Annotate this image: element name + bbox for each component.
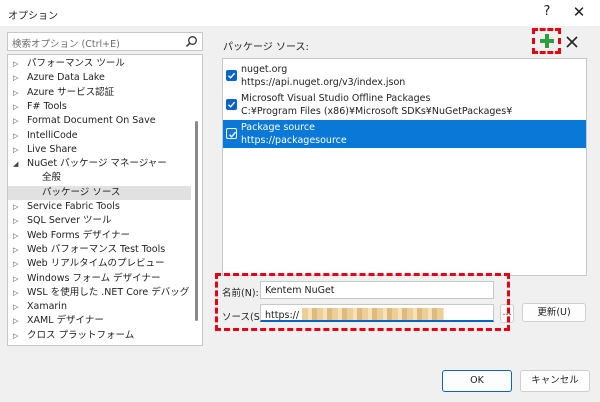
tree-item[interactable]: ▷ Xamarin xyxy=(8,300,191,314)
collapsed-arrow-icon[interactable]: ▷ xyxy=(13,257,18,271)
dialog-body: 検索オプション (Ctrl+E) ▷ パフォーマンス ツール ▷ Azure Data… xyxy=(0,26,600,402)
tree-item[interactable]: ▷ Web リアルタイムのプレビュー xyxy=(8,257,191,271)
source-name: nuget.org xyxy=(241,64,288,75)
collapsed-arrow-icon[interactable]: ▷ xyxy=(13,114,18,128)
checkmark-icon xyxy=(228,101,236,108)
window-title: オプション xyxy=(8,11,58,22)
tree-item-label: クロス プラットフォーム xyxy=(27,329,135,341)
tree-item-label: IntelliCode xyxy=(27,129,78,141)
tree-item-label: Web リアルタイムのプレビュー xyxy=(27,258,165,270)
tree-item-label: Azure サービス認証 xyxy=(27,86,115,98)
collapsed-arrow-icon[interactable]: ▷ xyxy=(13,314,18,328)
tree-item-label: Live Share xyxy=(27,143,77,155)
tree-item[interactable]: ▷ SQL Server ツール xyxy=(8,214,191,228)
enabled-checkbox[interactable] xyxy=(226,70,237,81)
tree-item-label: WSL を使用した .NET Core デバッグ xyxy=(27,286,190,298)
tree-item-label: Service Fabric Tools xyxy=(27,201,120,212)
package-source-list[interactable]: nuget.org https://api.nuget.org/v3/index.… xyxy=(222,58,587,276)
x-icon[interactable] xyxy=(565,35,579,49)
collapsed-arrow-icon[interactable]: ▷ xyxy=(13,100,18,114)
tree-item-label: Windows フォーム デザイナー xyxy=(27,272,161,284)
update-label: 更新(U) xyxy=(537,307,571,318)
package-source-item[interactable]: nuget.org https://api.nuget.org/v3/index.… xyxy=(223,62,586,90)
source-url: https://api.nuget.org/v3/index.json xyxy=(241,77,406,88)
search-placeholder: 検索オプション (Ctrl+E) xyxy=(12,39,120,50)
package-source-item[interactable]: Microsoft Visual Studio Offline Packages… xyxy=(223,91,586,119)
tree-item[interactable]: ▷ XAML デザイナー xyxy=(8,314,191,328)
tree-item[interactable]: ▷ Azure サービス認証 xyxy=(8,86,191,100)
collapsed-arrow-icon[interactable]: ▷ xyxy=(13,229,18,243)
collapsed-arrow-icon[interactable]: ▷ xyxy=(13,129,18,143)
scrollbar-thumb[interactable] xyxy=(195,121,198,321)
cancel-label: キャンセル xyxy=(531,375,579,386)
close-button[interactable]: ✕ xyxy=(572,3,586,21)
tree-item-label: パフォーマンス ツール xyxy=(27,58,125,69)
title-bar: オプション ? ✕ xyxy=(0,0,600,26)
tree-item[interactable]: ▷ Windows フォーム デザイナー xyxy=(8,272,191,286)
enabled-checkbox[interactable] xyxy=(226,128,237,139)
tree-item[interactable]: ▷ Azure Data Lake xyxy=(8,71,191,85)
collapsed-arrow-icon[interactable]: ▷ xyxy=(13,86,18,100)
source-name: Package source xyxy=(241,122,315,133)
tree-item[interactable]: ▷ WSL を使用した .NET Core デバッグ xyxy=(8,286,191,300)
collapsed-arrow-icon[interactable]: ▷ xyxy=(13,243,18,257)
expanded-arrow-icon[interactable]: ◢ xyxy=(13,157,18,171)
tree-item[interactable]: ▷ クロス プラットフォーム xyxy=(8,329,191,343)
tree-item[interactable]: ▷ パフォーマンス ツール xyxy=(8,57,191,71)
source-name: Microsoft Visual Studio Offline Packages xyxy=(241,93,431,104)
options-tree[interactable]: ▷ パフォーマンス ツール ▷ Azure Data Lake ▷ Azure サービス認… xyxy=(7,54,203,346)
source-url: https://packagesource xyxy=(241,135,347,146)
tree-item-label: F# Tools xyxy=(27,100,67,112)
checkmark-icon xyxy=(228,72,236,79)
collapsed-arrow-icon[interactable]: ▷ xyxy=(13,71,18,85)
tree-item[interactable]: ▷ IntelliCode xyxy=(8,129,191,143)
tree-item-label: 全般 xyxy=(42,172,62,184)
collapsed-arrow-icon[interactable]: ▷ xyxy=(13,214,18,228)
tree-item[interactable]: ▷ Format Document On Save xyxy=(8,114,191,128)
tree-item[interactable]: パッケージ ソース xyxy=(8,185,191,200)
tree-item-label: Azure Data Lake xyxy=(27,72,105,84)
package-sources-label: パッケージ ソース: xyxy=(223,42,309,53)
tree-item[interactable]: ▷ F# Tools xyxy=(8,100,191,114)
package-source-item[interactable]: Package source https://packagesource xyxy=(223,120,586,148)
update-button[interactable]: 更新(U) xyxy=(522,303,586,322)
tree-item-label: Xamarin xyxy=(27,301,67,313)
search-input[interactable]: 検索オプション (Ctrl+E) xyxy=(7,32,203,51)
collapsed-arrow-icon[interactable]: ▷ xyxy=(13,57,18,71)
tree-item[interactable]: ▷ Web パフォーマンス Test Tools xyxy=(8,243,191,257)
ok-button[interactable]: OK xyxy=(442,370,512,392)
tree-item[interactable]: ◢ NuGet パッケージ マネージャー xyxy=(8,157,191,171)
tree-item-label: NuGet パッケージ マネージャー xyxy=(27,158,167,170)
collapsed-arrow-icon[interactable]: ▷ xyxy=(13,300,18,314)
enabled-checkbox[interactable] xyxy=(226,99,237,110)
cancel-button[interactable]: キャンセル xyxy=(520,370,590,392)
tree-item[interactable]: ▷ Live Share xyxy=(8,143,191,157)
collapsed-arrow-icon[interactable]: ▷ xyxy=(13,200,18,214)
magnifier-icon xyxy=(185,36,197,48)
tree-item[interactable]: 全般 xyxy=(8,171,191,185)
tree-item-label: Format Document On Save xyxy=(27,115,156,127)
collapsed-arrow-icon[interactable]: ▷ xyxy=(13,286,18,300)
tree-item-label: Web Forms デザイナー xyxy=(27,229,130,241)
collapsed-arrow-icon[interactable]: ▷ xyxy=(13,272,18,286)
tree-item-label: パッケージ ソース xyxy=(42,186,121,198)
tree-item-label: Web パフォーマンス Test Tools xyxy=(27,243,166,255)
collapsed-arrow-icon[interactable]: ▷ xyxy=(13,329,18,343)
collapsed-arrow-icon[interactable]: ▷ xyxy=(13,143,18,157)
checkmark-icon xyxy=(229,131,237,138)
ok-label: OK xyxy=(470,375,484,386)
add-button-highlight xyxy=(532,28,561,54)
tree-item-label: XAML デザイナー xyxy=(27,315,104,327)
form-highlight xyxy=(215,273,510,331)
tree-item[interactable]: ▷ Service Fabric Tools xyxy=(8,200,191,214)
help-button[interactable]: ? xyxy=(540,4,554,19)
source-url: C:¥Program Files (x86)¥Microsoft SDKs¥Nu… xyxy=(241,106,513,117)
tree-scrollbar[interactable] xyxy=(191,57,201,343)
tree-item-label: SQL Server ツール xyxy=(27,215,112,227)
tree-item[interactable]: ▷ Web Forms デザイナー xyxy=(8,229,191,243)
